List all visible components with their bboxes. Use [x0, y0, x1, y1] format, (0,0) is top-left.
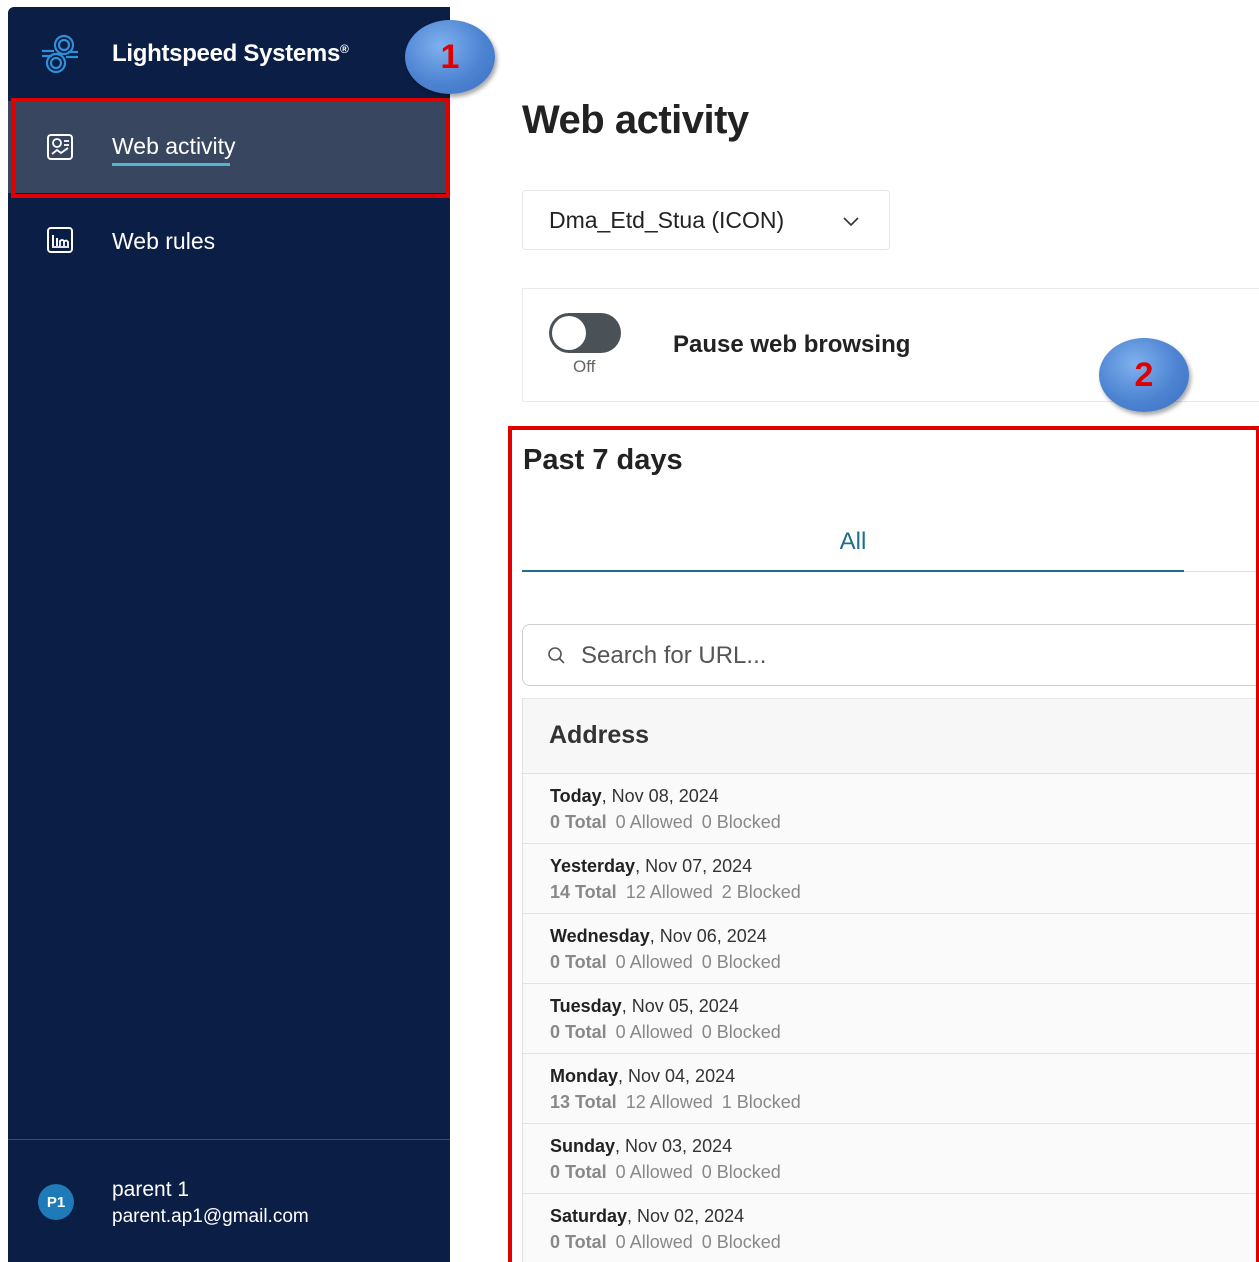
active-item-underline: [112, 163, 230, 166]
tab-divider: [1184, 571, 1256, 572]
row-date: Today, Nov 08, 2024: [550, 786, 719, 806]
row-stats: 13 Total 12 Allowed 1 Blocked: [550, 1092, 801, 1112]
web-activity-icon: [47, 134, 73, 160]
table-row[interactable]: Wednesday, Nov 06, 2024 0 Total 0 Allowed…: [523, 914, 1259, 984]
active-tab-underline: [522, 570, 1184, 572]
callout-badge: 2: [1099, 338, 1189, 412]
table-row[interactable]: Yesterday, Nov 07, 2024 14 Total 12 Allow…: [523, 844, 1259, 914]
row-stats: 0 Total 0 Allowed 0 Blocked: [550, 952, 781, 972]
avatar[interactable]: P1: [38, 1184, 74, 1220]
brand-name: Lightspeed Systems®: [112, 40, 349, 67]
tab-all[interactable]: All: [522, 528, 1184, 572]
sidebar-divider: [8, 1139, 450, 1140]
table-row[interactable]: Monday, Nov 04, 2024 13 Total 12 Allowed 1…: [523, 1054, 1259, 1124]
row-stats: 0 Total 0 Allowed 0 Blocked: [550, 1022, 781, 1042]
section-title: Past 7 days: [523, 444, 683, 476]
pause-browsing-label: Pause web browsing: [673, 331, 911, 358]
search-box: [522, 624, 1259, 686]
sidebar-item-web-rules[interactable]: Web rules: [8, 191, 450, 283]
row-stats: 14 Total 12 Allowed 2 Blocked: [550, 882, 801, 902]
row-stats: 0 Total 0 Allowed 0 Blocked: [550, 812, 781, 832]
table-row[interactable]: Saturday, Nov 02, 2024 0 Total 0 Allowed 0…: [523, 1194, 1259, 1262]
search-icon: [548, 647, 565, 664]
row-date: Saturday, Nov 02, 2024: [550, 1206, 745, 1226]
sidebar-item-web-activity[interactable]: Web activity: [8, 101, 450, 193]
row-stats: 0 Total 0 Allowed 0 Blocked: [550, 1232, 781, 1252]
row-date: Yesterday, Nov 07, 2024: [550, 856, 753, 876]
activity-table: Address Today, Nov 08, 2024 0 Total 0 All…: [522, 698, 1259, 1262]
sidebar-item-label: Web activity: [112, 133, 236, 159]
user-name: parent 1: [112, 1178, 190, 1201]
student-select[interactable]: Dma_Etd_Stua (ICON): [522, 190, 890, 250]
page-title: Web activity: [522, 98, 749, 142]
sidebar: Lightspeed Systems® Web activity Web rul…: [8, 7, 450, 1262]
column-header-address: Address: [549, 721, 650, 749]
student-select-value: Dma_Etd_Stua (ICON): [549, 207, 785, 233]
brand-header: Lightspeed Systems®: [8, 7, 450, 101]
table-row[interactable]: Tuesday, Nov 05, 2024 0 Total 0 Allowed 0 …: [523, 984, 1259, 1054]
sidebar-item-label: Web rules: [112, 228, 216, 254]
pause-browsing-toggle[interactable]: [549, 313, 621, 353]
web-rules-icon: [47, 227, 73, 253]
row-date: Sunday, Nov 03, 2024: [550, 1136, 733, 1156]
row-date: Wednesday, Nov 06, 2024: [550, 926, 767, 946]
lightspeed-logo-icon: [42, 34, 78, 74]
toggle-knob: [552, 316, 586, 350]
row-stats: 0 Total 0 Allowed 0 Blocked: [550, 1162, 781, 1182]
toggle-state-label: Off: [573, 357, 596, 376]
row-date: Monday, Nov 04, 2024: [550, 1066, 736, 1086]
row-date: Tuesday, Nov 05, 2024: [550, 996, 739, 1016]
table-header: Address: [523, 698, 1259, 774]
callout-badge: 1: [405, 20, 495, 94]
user-email: parent.ap1@gmail.com: [112, 1206, 309, 1227]
table-row[interactable]: Today, Nov 08, 2024 0 Total 0 Allowed 0 Bl…: [523, 774, 1259, 844]
search-input[interactable]: [581, 637, 1181, 675]
table-row[interactable]: Sunday, Nov 03, 2024 0 Total 0 Allowed 0 B…: [523, 1124, 1259, 1194]
chevron-down-icon: [843, 217, 859, 227]
